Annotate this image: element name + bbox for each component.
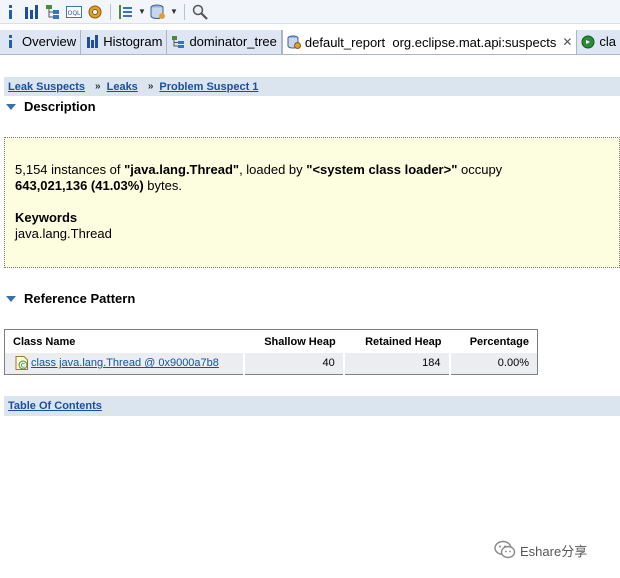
close-icon[interactable]: ✕ — [562, 35, 572, 49]
tab-class[interactable]: cla — [577, 30, 620, 54]
tab-default-report[interactable]: default_report org.eclipse.mat.api:suspe… — [281, 30, 578, 54]
table-of-contents-link[interactable]: Table Of Contents — [8, 400, 102, 412]
bar-chart-icon — [85, 35, 99, 49]
toolbar-separator — [110, 3, 111, 20]
toolbar-separator — [184, 3, 185, 20]
table-header-row: Class Name Shallow Heap Retained Heap Pe… — [5, 330, 538, 353]
chevron-down-icon[interactable]: ▼ — [170, 3, 178, 21]
search-icon[interactable] — [191, 3, 209, 21]
toolbar: OQL ▼ ▼ — [0, 0, 620, 24]
description-title: Description — [24, 99, 96, 114]
cell-class-name: C class java.lang.Thread @ 0x9000a7b8 — [4, 352, 245, 375]
breadcrumb: Leak Suspects » Leaks » Problem Suspect … — [4, 77, 620, 96]
info-icon[interactable] — [2, 3, 20, 21]
column-header-shallow-heap[interactable]: Shallow Heap — [244, 330, 344, 353]
tab-label: cla — [599, 34, 617, 49]
description-loader: "<system class loader>" — [306, 162, 458, 177]
keywords-value: java.lang.Thread — [15, 226, 112, 241]
description-bytes: 643,021,136 (41.03%) — [15, 178, 144, 193]
description-suffix: occupy — [457, 162, 503, 177]
database-icon[interactable] — [149, 3, 167, 21]
description-text: 5,154 instances of "java.lang.Thread", l… — [15, 162, 609, 194]
description-prefix: 5,154 instances of — [15, 162, 125, 177]
tab-overview[interactable]: Overview — [0, 30, 82, 54]
toc-bar: Table Of Contents — [4, 396, 620, 416]
breadcrumb-leak-suspects[interactable]: Leak Suspects — [8, 81, 85, 93]
column-header-class-name[interactable]: Class Name — [5, 330, 244, 353]
report-icon — [287, 35, 301, 49]
info-icon — [4, 35, 18, 49]
tree-icon — [171, 35, 185, 49]
watermark: Eshare分享 — [494, 540, 587, 560]
reference-table: Class Name Shallow Heap Retained Heap Pe… — [4, 329, 538, 375]
bar-chart-icon[interactable] — [23, 3, 41, 21]
tab-dominator-tree[interactable]: dominator_tree — [167, 30, 282, 54]
wechat-icon — [494, 540, 516, 560]
cell-shallow-heap: 40 — [243, 352, 345, 375]
oql-icon-text: OQL — [68, 10, 81, 17]
column-header-retained-heap[interactable]: Retained Heap — [344, 330, 450, 353]
breadcrumb-separator: » — [147, 81, 154, 92]
reference-pattern-title: Reference Pattern — [24, 291, 136, 306]
breadcrumb-leaks[interactable]: Leaks — [107, 81, 138, 93]
editor-tabs: Overview Histogram dominator_tree defaul… — [0, 30, 620, 55]
svg-text:C: C — [21, 363, 25, 370]
watermark-text: Eshare分享 — [520, 543, 588, 559]
tree-icon[interactable] — [44, 3, 62, 21]
table-row[interactable]: C class java.lang.Thread @ 0x9000a7b8 40… — [4, 352, 538, 375]
tab-label: default_report org.eclipse.mat.api:suspe… — [304, 34, 557, 50]
breadcrumb-separator: » — [95, 81, 101, 92]
column-header-percentage[interactable]: Percentage — [450, 330, 538, 353]
cell-percentage: 0.00% — [449, 352, 538, 375]
keywords-title: Keywords — [15, 210, 78, 225]
class-file-icon: C — [15, 356, 29, 371]
description-header[interactable]: Description — [6, 99, 96, 114]
description-class: "java.lang.Thread" — [124, 162, 240, 177]
reference-pattern-header[interactable]: Reference Pattern — [6, 291, 135, 306]
class-link[interactable]: class java.lang.Thread @ 0x9000a7b8 — [31, 357, 219, 369]
gear-icon[interactable] — [86, 3, 104, 21]
tab-histogram[interactable]: Histogram — [81, 30, 168, 54]
tab-label: dominator_tree — [189, 34, 277, 49]
oql-icon[interactable]: OQL — [65, 3, 83, 21]
class-icon — [581, 35, 595, 49]
tab-label: Overview — [22, 34, 77, 49]
cell-retained-heap: 184 — [343, 352, 451, 375]
collapse-triangle-icon[interactable] — [6, 103, 16, 110]
description-bytes-suffix: bytes. — [143, 178, 182, 193]
chevron-down-icon[interactable]: ▼ — [138, 3, 146, 21]
export-icon[interactable] — [117, 3, 135, 21]
description-mid: , loaded by — [239, 162, 307, 177]
tab-label: Histogram — [103, 34, 163, 49]
description-box: 5,154 instances of "java.lang.Thread", l… — [4, 137, 620, 268]
breadcrumb-problem-suspect[interactable]: Problem Suspect 1 — [159, 81, 258, 93]
collapse-triangle-icon[interactable] — [6, 295, 16, 302]
